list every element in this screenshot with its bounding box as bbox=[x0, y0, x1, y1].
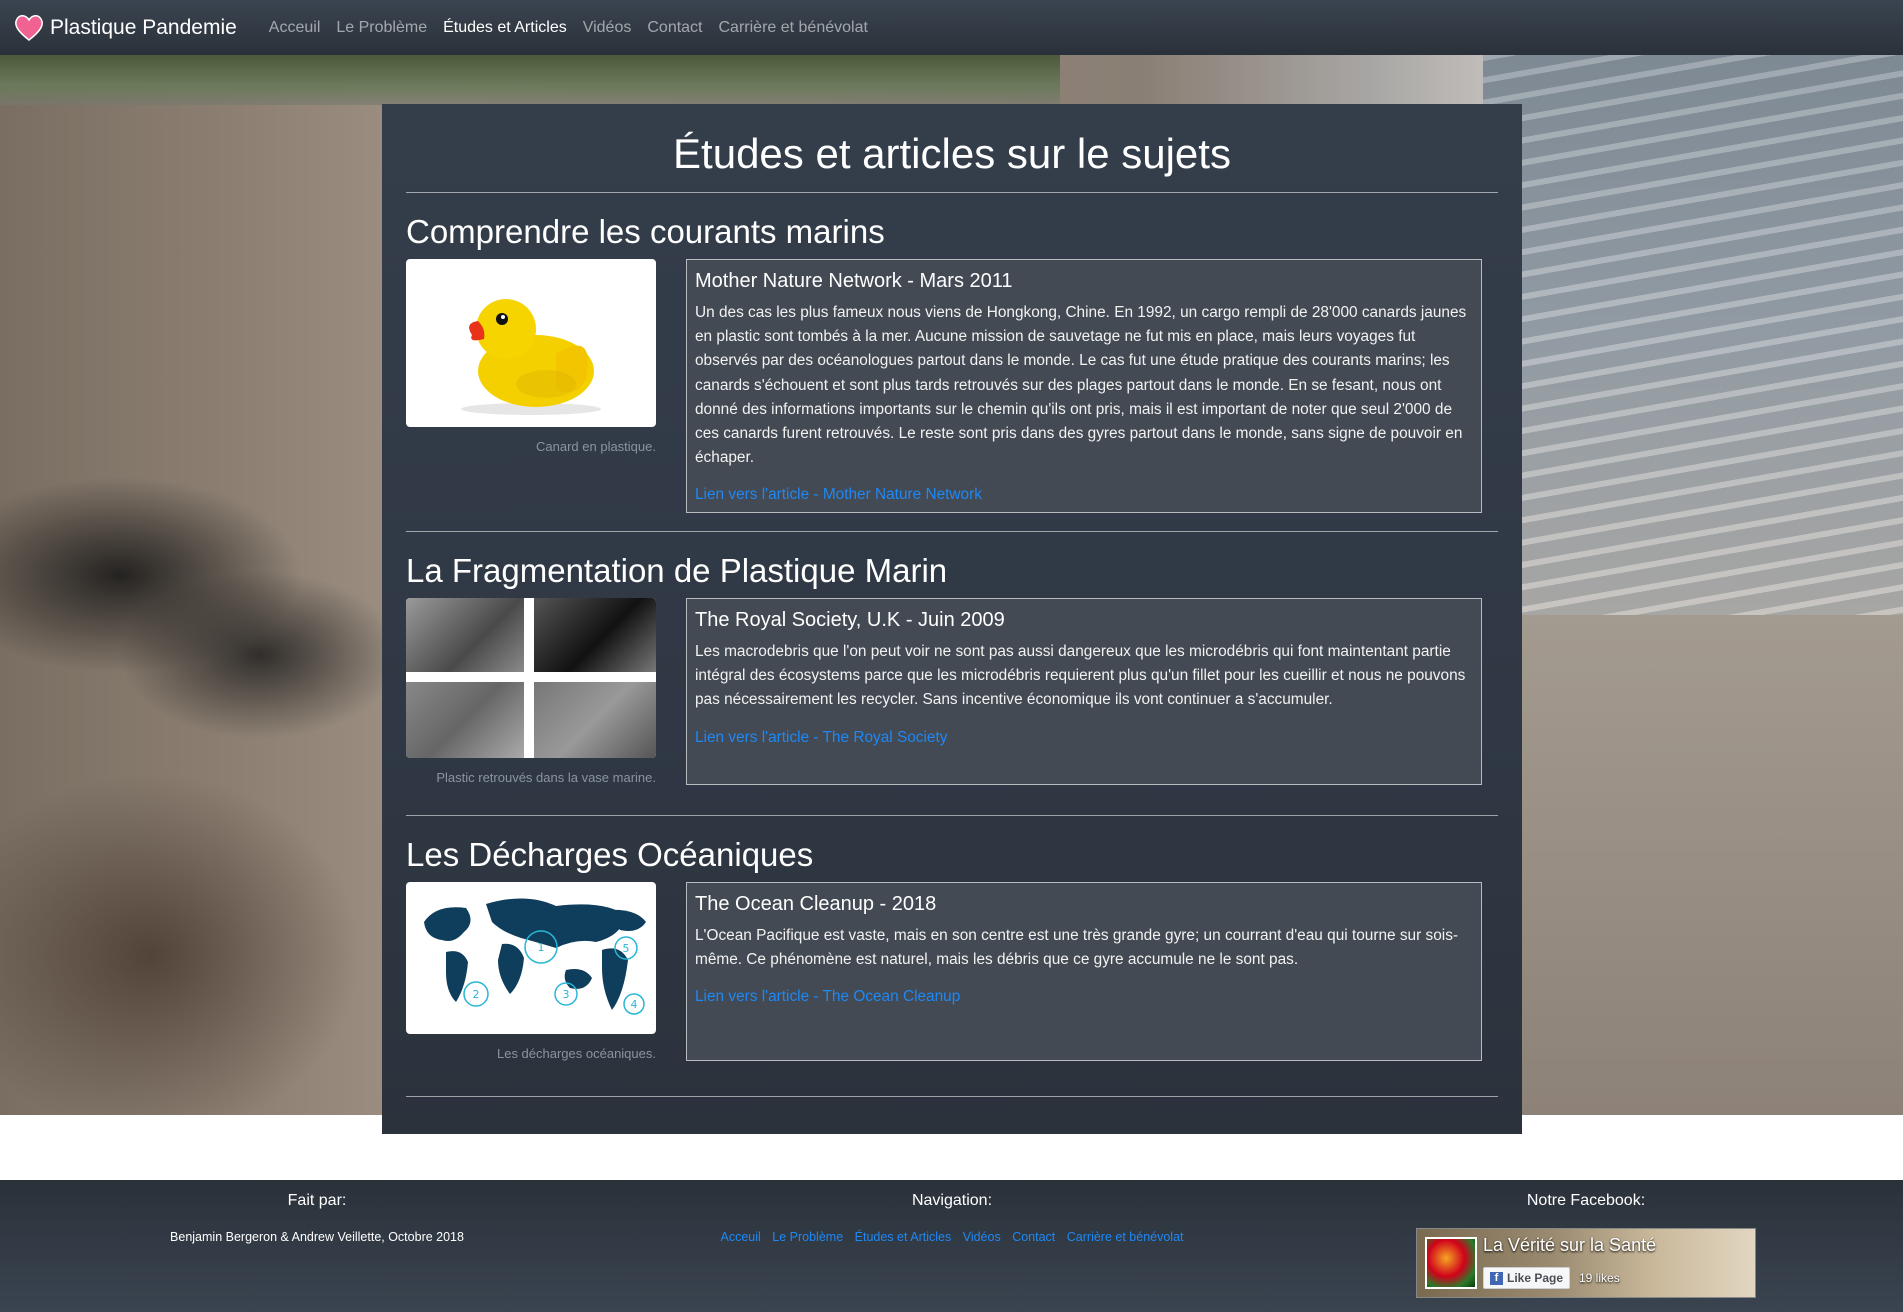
nav-link-acceuil[interactable]: Acceuil bbox=[269, 19, 321, 37]
section-fragmentation: La Fragmentation de Plastique Marin Plas… bbox=[406, 532, 1498, 815]
like-label: Like Page bbox=[1507, 1271, 1564, 1285]
section-currents: Comprendre les courants marins Canard en… bbox=[406, 193, 1498, 531]
facebook-page-widget[interactable]: La Vérité sur la Santé f Like Page 19 li… bbox=[1416, 1228, 1756, 1298]
facebook-like-button[interactable]: f Like Page bbox=[1483, 1267, 1571, 1289]
gyre-label: 4 bbox=[631, 998, 638, 1011]
footer-link-etudes[interactable]: Études et Articles bbox=[855, 1230, 952, 1244]
rubber-duck-image bbox=[406, 259, 656, 427]
section-title: Comprendre les courants marins bbox=[406, 213, 885, 250]
article-link[interactable]: Lien vers l'article - Mother Nature Netw… bbox=[695, 486, 982, 504]
brand[interactable]: Plastique Pandemie bbox=[14, 14, 237, 42]
micro-photo-a bbox=[406, 598, 524, 672]
article-link[interactable]: Lien vers l'article - The Ocean Cleanup bbox=[695, 988, 960, 1006]
footer-heading: Fait par: bbox=[287, 1192, 347, 1209]
card-text: Un des cas les plus fameux nous viens de… bbox=[695, 304, 1467, 467]
footer-link-videos[interactable]: Vidéos bbox=[963, 1230, 1001, 1244]
gyre-label: 2 bbox=[473, 988, 480, 1001]
background-sea bbox=[1483, 55, 1903, 615]
micro-photo-d bbox=[534, 682, 656, 758]
facebook-like-count: 19 likes bbox=[1579, 1271, 1620, 1285]
image-caption: Canard en plastique. bbox=[536, 439, 656, 454]
facebook-page-name[interactable]: La Vérité sur la Santé bbox=[1483, 1235, 1656, 1256]
page-title: Études et articles sur le sujets bbox=[673, 130, 1231, 177]
background-sand bbox=[1483, 615, 1903, 1115]
card-text: Les macrodebris que l'on peut voir ne so… bbox=[695, 643, 1466, 709]
footer-heading: Notre Facebook: bbox=[1526, 1192, 1646, 1209]
gyre-label: 3 bbox=[563, 988, 570, 1001]
nav-link-etudes[interactable]: Études et Articles bbox=[443, 19, 567, 37]
article-card: The Ocean Cleanup - 2018 L'Ocean Pacifiq… bbox=[686, 882, 1482, 1061]
section-title: La Fragmentation de Plastique Marin bbox=[406, 552, 948, 589]
main-panel: Études et articles sur le sujets Compren… bbox=[382, 104, 1522, 1134]
image-caption: Les décharges océaniques. bbox=[496, 1046, 656, 1061]
footer-link-probleme[interactable]: Le Problème bbox=[772, 1230, 843, 1244]
nav-links: Acceuil Le Problème Études et Articles V… bbox=[269, 19, 884, 37]
navbar: Plastique Pandemie Acceuil Le Problème É… bbox=[0, 0, 1903, 55]
card-title: The Ocean Cleanup - 2018 bbox=[695, 893, 937, 915]
section-garbage-patches: Les Décharges Océaniques 1 2 3 4 5 Les d… bbox=[406, 816, 1498, 1096]
facebook-page-avatar bbox=[1425, 1237, 1477, 1289]
nav-link-videos[interactable]: Vidéos bbox=[583, 19, 632, 37]
heart-icon bbox=[14, 14, 44, 42]
image-caption: Plastic retrouvés dans la vase marine. bbox=[436, 770, 656, 785]
micro-photo-c bbox=[406, 682, 524, 758]
footer-credits-text: Benjamin Bergeron & Andrew Veillette, Oc… bbox=[170, 1230, 464, 1244]
footer-credits: Fait par: Benjamin Bergeron & Andrew Vei… bbox=[117, 1180, 517, 1244]
gyre-label: 1 bbox=[538, 941, 545, 954]
card-title: Mother Nature Network - Mars 2011 bbox=[695, 270, 1013, 292]
article-card: The Royal Society, U.K - Juin 2009 Les m… bbox=[686, 598, 1482, 785]
background-treeline bbox=[0, 55, 1060, 105]
brand-name: Plastique Pandemie bbox=[50, 15, 237, 39]
world-gyres-map-image: 1 2 3 4 5 bbox=[406, 882, 656, 1034]
article-link[interactable]: Lien vers l'article - The Royal Society bbox=[695, 729, 947, 747]
facebook-icon: f bbox=[1490, 1271, 1503, 1285]
divider bbox=[406, 1096, 1498, 1097]
footer-link-acceuil[interactable]: Acceuil bbox=[721, 1230, 761, 1244]
micro-photo-b bbox=[534, 598, 656, 672]
nav-link-carriere[interactable]: Carrière et bénévolat bbox=[719, 19, 868, 37]
article-card: Mother Nature Network - Mars 2011 Un des… bbox=[686, 259, 1482, 514]
footer: Fait par: Benjamin Bergeron & Andrew Vei… bbox=[0, 1180, 1903, 1312]
footer-navigation: Navigation: Acceuil Le Problème Études e… bbox=[652, 1180, 1252, 1244]
gyre-label: 5 bbox=[623, 942, 630, 955]
card-text: L'Ocean Pacifique est vaste, mais en son… bbox=[695, 927, 1459, 969]
microscope-image bbox=[406, 598, 656, 758]
footer-link-contact[interactable]: Contact bbox=[1012, 1230, 1055, 1244]
rubber-duck-icon bbox=[461, 299, 601, 415]
footer-facebook: Notre Facebook: bbox=[1386, 1180, 1786, 1210]
card-title: The Royal Society, U.K - Juin 2009 bbox=[695, 609, 1005, 631]
section-title: Les Décharges Océaniques bbox=[406, 836, 814, 873]
nav-link-contact[interactable]: Contact bbox=[647, 19, 702, 37]
footer-link-carriere[interactable]: Carrière et bénévolat bbox=[1067, 1230, 1184, 1244]
nav-link-probleme[interactable]: Le Problème bbox=[336, 19, 427, 37]
footer-heading: Navigation: bbox=[911, 1192, 993, 1209]
world-map-icon: 1 2 3 4 5 bbox=[424, 898, 646, 1015]
